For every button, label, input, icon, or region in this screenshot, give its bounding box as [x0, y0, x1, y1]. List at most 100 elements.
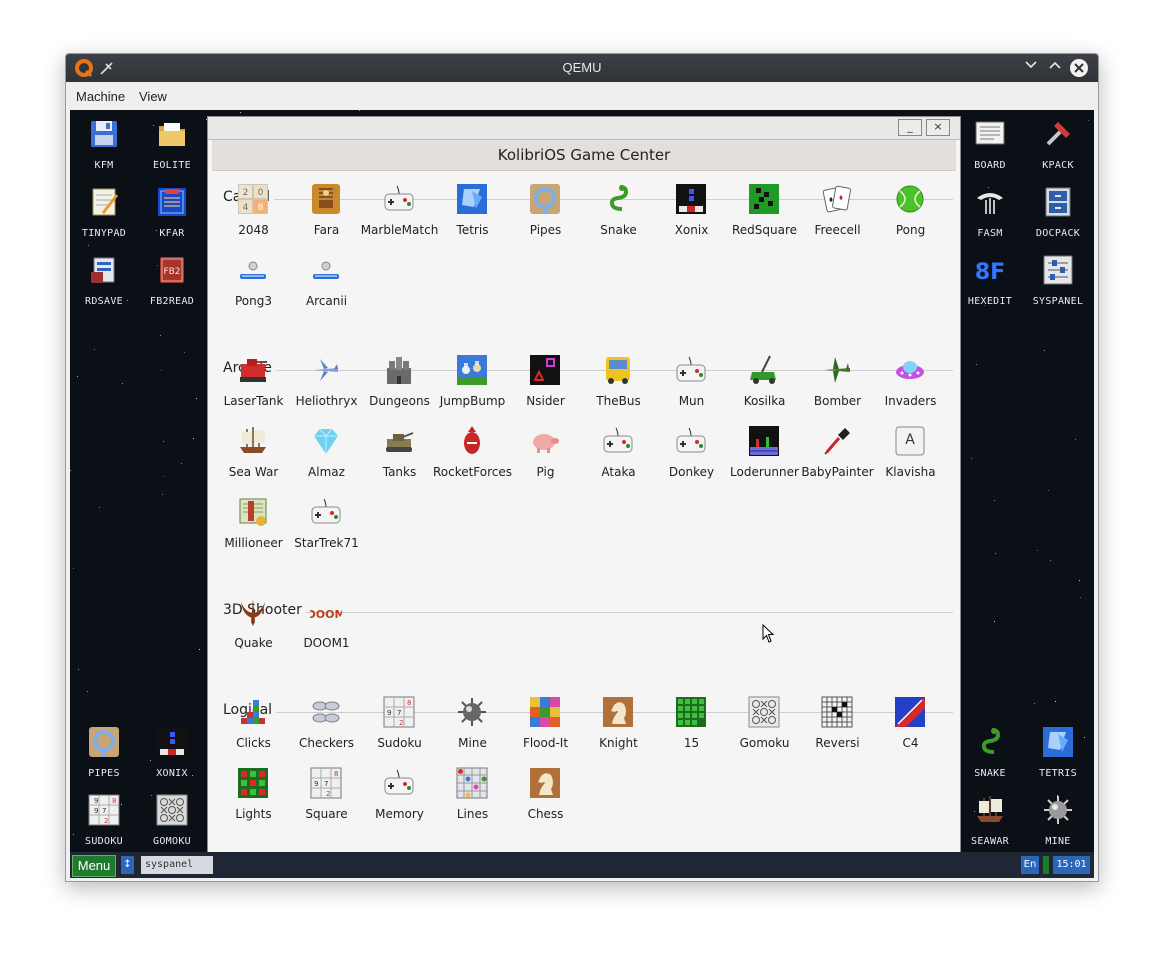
chevron-down-icon[interactable]	[1021, 58, 1041, 78]
desktop-icon-fasm[interactable]: FASM	[956, 178, 1024, 246]
game-label: Klavisha	[885, 465, 936, 479]
desktop-icon-rdsave[interactable]: RDSAVE	[70, 246, 138, 314]
guest-desktop[interactable]: KFM EOLITE TINYPAD KFAR RDSAVE FB2 FB2RE…	[70, 110, 1094, 878]
taskbar-item-syspanel[interactable]: syspanel	[141, 856, 213, 874]
game-donkey[interactable]: Donkey	[655, 425, 728, 491]
game-nsider[interactable]: Nsider	[509, 354, 582, 420]
game-flood-it[interactable]: Flood-It	[509, 696, 582, 762]
desktop-icon-eolite[interactable]: EOLITE	[138, 110, 206, 178]
game-loderunner[interactable]: Loderunner	[728, 425, 801, 491]
game-mine[interactable]: Mine	[436, 696, 509, 762]
game-redsquare[interactable]: RedSquare	[728, 183, 801, 249]
game-ataka[interactable]: Ataka	[582, 425, 655, 491]
game-clicks[interactable]: Clicks	[217, 696, 290, 762]
game-dungeons[interactable]: Dungeons	[363, 354, 436, 420]
desktop-icon-hexedit[interactable]: 8F HEXEDIT	[956, 246, 1024, 314]
desktop-icon-fb2read[interactable]: FB2 FB2READ	[138, 246, 206, 314]
game-checkers[interactable]: Checkers	[290, 696, 363, 762]
game-reversi[interactable]: Reversi	[801, 696, 874, 762]
tennis-ball-icon	[896, 185, 924, 213]
clock[interactable]: 15:01	[1053, 856, 1090, 874]
game-heliothryx[interactable]: Heliothryx	[290, 354, 363, 420]
desktop-icon-kfm[interactable]: KFM	[70, 110, 138, 178]
desktop-icon-gomoku[interactable]: GOMOKU	[138, 786, 206, 854]
desktop-icon-tetris[interactable]: TETRIS	[1024, 718, 1092, 786]
game-invaders[interactable]: Invaders	[874, 354, 947, 420]
game-millioneer[interactable]: Millioneer	[217, 496, 290, 562]
game-babypainter[interactable]: BabyPainter	[801, 425, 874, 491]
star	[164, 476, 165, 477]
close-icon[interactable]	[1069, 58, 1089, 78]
close-button[interactable]: ×	[926, 119, 950, 136]
desktop-icon-mine[interactable]: MINE	[1024, 786, 1092, 854]
menu-machine[interactable]: Machine	[76, 89, 125, 104]
desktop-icon-snake[interactable]: SNAKE	[956, 718, 1024, 786]
game-pipes[interactable]: Pipes	[509, 183, 582, 249]
game-freecell[interactable]: Freecell	[801, 183, 874, 249]
window-switch-button[interactable]: ↕	[121, 856, 134, 874]
tank-icon	[240, 359, 267, 382]
game-2048[interactable]: 2048 2048	[217, 183, 290, 249]
desktop-icon-label: SUDOKU	[85, 836, 123, 847]
desktop-icon-board[interactable]: BOARD	[956, 110, 1024, 178]
dropper-icon	[824, 428, 850, 455]
game-memory[interactable]: Memory	[363, 767, 436, 833]
game-15[interactable]: 15	[655, 696, 728, 762]
desktop-icon-kfar[interactable]: KFAR	[138, 178, 206, 246]
board-icon	[975, 121, 1005, 145]
menu-view[interactable]: View	[139, 89, 167, 104]
desktop-icon-tinypad[interactable]: TINYPAD	[70, 178, 138, 246]
fifteen-puzzle-icon	[676, 697, 706, 727]
desktop-icon-xonix[interactable]: XONIX	[138, 718, 206, 786]
game-lines[interactable]: Lines	[436, 767, 509, 833]
game-square[interactable]: 8972 Square	[290, 767, 363, 833]
game-lasertank[interactable]: LaserTank	[217, 354, 290, 420]
paddle-icon	[313, 261, 339, 279]
game-kosilka[interactable]: Kosilka	[728, 354, 801, 420]
game-doom1[interactable]: DOOM DOOM1	[290, 596, 363, 662]
game-pig[interactable]: Pig	[509, 425, 582, 491]
game-startrek71[interactable]: StarTrek71	[290, 496, 363, 562]
star	[994, 500, 995, 501]
game-knight[interactable]: Knight	[582, 696, 655, 762]
game-gomoku[interactable]: Gomoku	[728, 696, 801, 762]
game-jumpbump[interactable]: JumpBump	[436, 354, 509, 420]
desktop-icon-seawar[interactable]: SEAWAR	[956, 786, 1024, 854]
mouse-cursor-icon	[762, 624, 775, 643]
game-klavisha[interactable]: A Klavisha	[874, 425, 947, 491]
game-sea-war[interactable]: Sea War	[217, 425, 290, 491]
game-bomber[interactable]: Bomber	[801, 354, 874, 420]
game-marblematch[interactable]: MarbleMatch	[361, 183, 438, 249]
game-quake[interactable]: Quake	[217, 596, 290, 662]
desktop-icon-kpack[interactable]: KPACK	[1024, 110, 1092, 178]
desktop-icon-syspanel[interactable]: SYSPANEL	[1024, 246, 1092, 314]
desktop-icon-docpack[interactable]: DOCPACK	[1024, 178, 1092, 246]
game-thebus[interactable]: TheBus	[582, 354, 655, 420]
game-center-titlebar[interactable]: _ ×	[208, 117, 960, 140]
game-c4[interactable]: C4	[874, 696, 947, 762]
game-almaz[interactable]: Almaz	[290, 425, 363, 491]
game-pong[interactable]: Pong	[874, 183, 947, 249]
game-mun[interactable]: Mun	[655, 354, 728, 420]
start-menu-button[interactable]: Menu	[72, 855, 116, 877]
game-fara[interactable]: Fara	[290, 183, 363, 249]
game-lights[interactable]: Lights	[217, 767, 290, 833]
game-tetris[interactable]: Tetris	[436, 183, 509, 249]
game-pong3[interactable]: Pong3	[217, 254, 290, 320]
game-center-window[interactable]: _ × KolibriOS Game Center Casual Arcade …	[207, 116, 961, 875]
game-xonix[interactable]: Xonix	[655, 183, 728, 249]
keyboard-layout-indicator[interactable]: En	[1021, 856, 1039, 874]
game-chess[interactable]: Chess	[509, 767, 582, 833]
game-rocketforces[interactable]: RocketForces	[433, 425, 512, 491]
game-arcanii[interactable]: Arcanii	[290, 254, 363, 320]
qemu-titlebar[interactable]: QEMU	[66, 54, 1098, 82]
game-sudoku[interactable]: 8972 Sudoku	[363, 696, 436, 762]
tetris-icon	[1043, 727, 1073, 757]
minimize-button[interactable]: _	[898, 119, 922, 136]
game-tanks[interactable]: Tanks	[363, 425, 436, 491]
desktop-icon-pipes[interactable]: PIPES	[70, 718, 138, 786]
game-snake[interactable]: Snake	[582, 183, 655, 249]
chevron-up-icon[interactable]	[1045, 58, 1065, 78]
desktop-icon-sudoku[interactable]: 9 8 97 2 SUDOKU	[70, 786, 138, 854]
star	[1044, 350, 1045, 351]
